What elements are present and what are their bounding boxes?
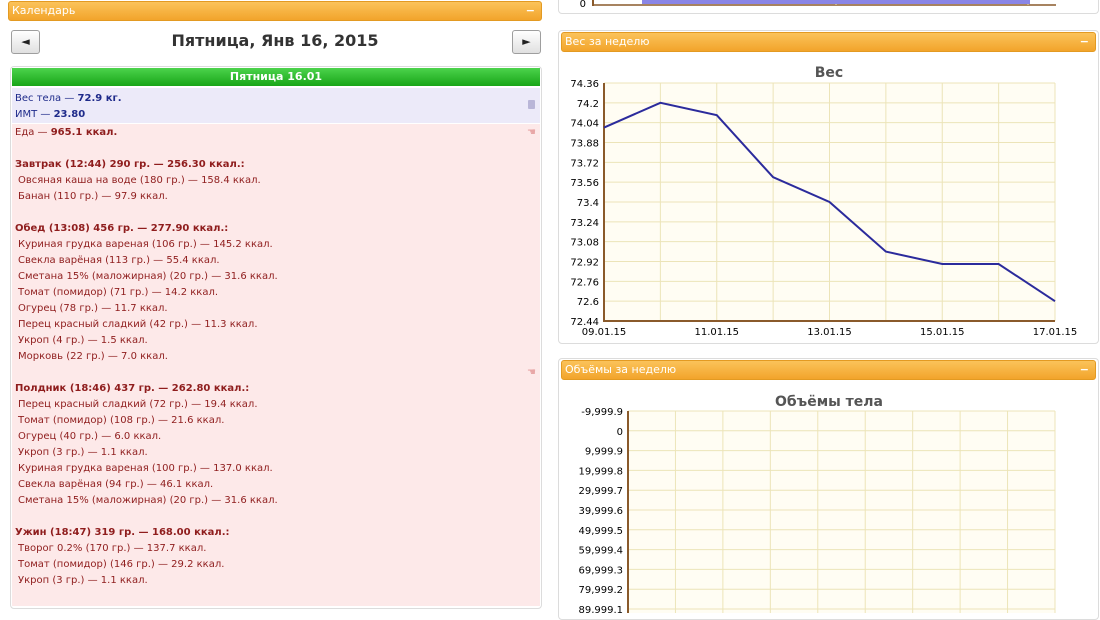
meal-item: Банан (110 гр.) — 97.9 ккал.	[18, 191, 168, 202]
meal-title: Полдник (18:46) 437 гр. — 262.80 ккал.:	[15, 383, 250, 394]
weight-y-tick-label: 72.92	[570, 258, 599, 269]
volume-y-tick-label: 19,999.8	[578, 466, 623, 477]
weight-y-tick-label: 73.56	[570, 178, 599, 189]
meal-title: Ужин (18:47) 319 гр. — 168.00 ккал.:	[15, 527, 230, 538]
meal-item: Томат (помидор) (108 гр.) — 21.6 ккал.	[18, 415, 225, 426]
weight-summary: Вес тела — 72.9 кг. ИМТ — 23.80	[12, 88, 540, 123]
meal-item: Сметана 15% (маложирная) (20 гр.) — 31.6…	[18, 495, 278, 506]
weight-x-tick-label: 17.01.15	[1033, 327, 1078, 338]
weight-y-tick-label: 74.36	[570, 79, 599, 90]
volume-y-tick-label: 9,999.9	[585, 447, 623, 458]
next-day-button[interactable]: ►	[512, 30, 541, 54]
day-label-bar: Пятница 16.01	[12, 68, 540, 86]
volume-y-tick-label: -9,999.9	[581, 407, 623, 418]
volume-chart-title: Объёмы тела	[775, 394, 883, 410]
weight-y-tick-label: 72.6	[577, 297, 599, 308]
meal-item: Перец красный сладкий (42 гр.) — 11.3 кк…	[18, 319, 258, 330]
meal-item: Томат (помидор) (146 гр.) — 29.2 ккал.	[18, 559, 225, 570]
bmi-value: 23.80	[53, 109, 86, 120]
weight-x-tick-label: 11.01.15	[694, 327, 739, 338]
volume-y-tick-label: 49,999.5	[578, 526, 623, 537]
volume-panel-minimize-icon[interactable]: −	[1080, 361, 1089, 379]
meal-item: Томат (помидор) (71 гр.) — 14.2 ккал.	[18, 287, 219, 298]
weight-x-tick-label: 15.01.15	[920, 327, 965, 338]
volume-y-tick-label: 59,999.4	[578, 546, 623, 557]
volume-y-tick-label: 89,999.1	[578, 605, 623, 613]
weight-panel-minimize-icon[interactable]: −	[1080, 33, 1089, 51]
volume-y-tick-label: 39,999.6	[578, 506, 623, 517]
meal-title: Завтрак (12:44) 290 гр. — 256.30 ккал.:	[15, 159, 245, 170]
weight-x-tick-label: 13.01.15	[807, 327, 852, 338]
prev-day-button[interactable]: ◄	[11, 30, 40, 54]
meal-item: Укроп (3 гр.) — 1.1 ккал.	[18, 447, 148, 458]
meal-item: Свекла варёная (113 гр.) — 55.4 ккал.	[18, 255, 220, 266]
volume-y-tick-label: 79,999.2	[578, 585, 623, 596]
bmi-label: ИМТ —	[15, 109, 54, 120]
weight-y-tick-label: 72.76	[570, 277, 599, 288]
meal-item: Укроп (4 гр.) — 1.5 ккал.	[18, 335, 148, 346]
weight-panel-title: Вес за неделю	[565, 35, 650, 48]
weight-y-tick-label: 74.04	[570, 119, 599, 130]
meal-item: Морковь (22 гр.) — 7.0 ккал.	[18, 351, 168, 362]
calendar-header-title: Календарь	[12, 4, 76, 17]
food-list: Еда — 965.1 ккал. ☚ Завтрак (12:44) 290 …	[12, 124, 540, 606]
volume-chart: Объёмы тела -9,999.9 0 9,999.9 19,999.8 29,9…	[578, 394, 1056, 613]
meal-item: Овсяная каша на воде (180 гр.) — 158.4 к…	[18, 175, 261, 186]
weight-chart-title: Вес	[815, 65, 843, 81]
volume-y-tick-label: 29,999.7	[578, 486, 623, 497]
weight-y-tick-label: 73.72	[570, 158, 599, 169]
calendar-minimize-icon[interactable]: −	[526, 2, 535, 20]
calendar-header[interactable]: Календарь −	[8, 1, 542, 21]
weight-value: 72.9 кг.	[77, 93, 122, 104]
volume-panel-header[interactable]: Объёмы за неделю −	[561, 360, 1096, 380]
weight-y-tick-label: 73.88	[570, 139, 599, 150]
weight-label: Вес тела —	[15, 93, 78, 104]
meal-item: Свекла варёная (94 гр.) — 46.1 ккал.	[18, 479, 214, 490]
delete-weight-icon[interactable]	[528, 100, 535, 109]
meal-item: Творог 0.2% (170 гр.) — 137.7 ккал.	[18, 543, 207, 554]
edit-hand-icon[interactable]: ☚	[527, 367, 536, 378]
meal-item: Сметана 15% (маложирная) (20 гр.) — 31.6…	[18, 271, 278, 282]
volume-panel-title: Объёмы за неделю	[565, 363, 677, 376]
weight-chart: Вес 74.36 74.2 74.04 73.88 73.72 73.56 73.4 73.…	[570, 65, 1078, 338]
volume-y-tick-label: 0	[617, 427, 623, 438]
top-partial-bar	[642, 0, 1030, 4]
food-total: 965.1 ккал.	[50, 127, 118, 138]
meal-title: Обед (13:08) 456 гр. — 277.90 ккал.:	[15, 223, 229, 234]
meal-item: Огурец (78 гр.) — 11.7 ккал.	[18, 303, 168, 314]
meal-item: Куриная грудка вареная (106 гр.) — 145.2…	[18, 239, 273, 250]
top-partial-chart: 0	[580, 0, 1056, 10]
weight-y-tick-label: 73.24	[570, 218, 599, 229]
meal-item: Перец красный сладкий (72 гр.) — 19.4 кк…	[18, 399, 258, 410]
volume-y-tick-label: 69,999.3	[578, 565, 623, 576]
weight-y-tick-label: 73.08	[570, 238, 599, 249]
meal-item: Укроп (3 гр.) — 1.1 ккал.	[18, 575, 148, 586]
weight-panel-header[interactable]: Вес за неделю −	[561, 32, 1096, 52]
meal-item: Куриная грудка вареная (100 гр.) — 137.0…	[18, 463, 273, 474]
top-partial-tick: 0	[580, 0, 586, 10]
weight-y-tick-label: 74.2	[577, 99, 599, 110]
meal-item: Огурец (40 гр.) — 6.0 ккал.	[18, 431, 162, 442]
weight-y-tick-label: 73.4	[577, 198, 599, 209]
edit-hand-icon[interactable]: ☚	[527, 127, 536, 138]
volume-plot-area	[628, 411, 1055, 613]
weight-x-tick-label: 09.01.15	[582, 327, 627, 338]
calendar-date-title: Пятница, Янв 16, 2015	[171, 31, 379, 50]
food-label: Еда —	[15, 127, 51, 138]
